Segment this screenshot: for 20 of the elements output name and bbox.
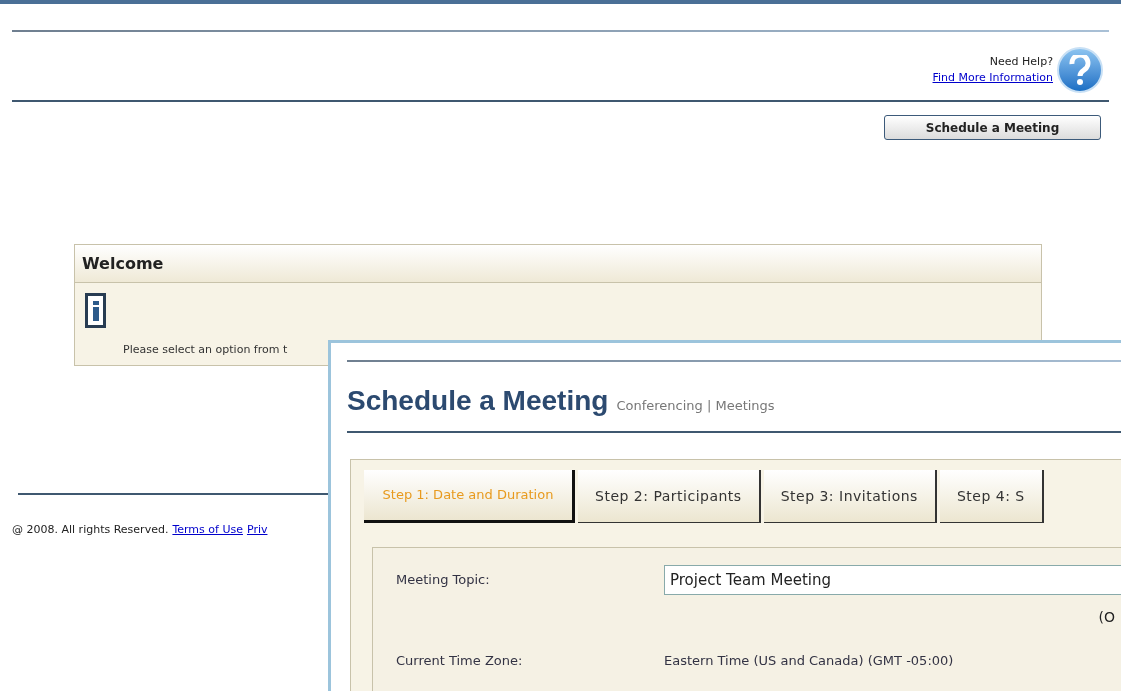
step-tab[interactable]: Step 2: Participants — [578, 470, 761, 523]
footer-link[interactable]: Terms of Use — [172, 522, 243, 539]
copyright-text: @ 2008. All rights Reserved. — [12, 522, 169, 538]
help-icon — [1057, 47, 1103, 93]
meeting-topic-field[interactable]: Project Team Meeting — [664, 565, 1121, 595]
step-tab[interactable]: Step 3: Invitations — [763, 470, 937, 523]
footer-link[interactable]: Priv — [246, 522, 268, 539]
note-text: (O — [1098, 608, 1115, 627]
time-zone-value: Eastern Time (US and Canada) (GMT -05:00) — [664, 652, 954, 670]
help-label: Need Help? — [989, 53, 1053, 70]
welcome-message: Please select an option from t — [123, 343, 288, 356]
time-zone-label: Current Time Zone: — [396, 652, 524, 670]
welcome-title: Welcome — [82, 252, 164, 275]
schedule-meeting-button[interactable]: Schedule a Meeting — [884, 115, 1101, 140]
step-tab[interactable]: Step 4: S — [939, 470, 1044, 523]
dialog-title: Schedule a Meeting — [347, 384, 609, 418]
info-icon — [85, 293, 106, 328]
find-more-information-link[interactable]: Find More Information — [932, 70, 1053, 87]
breadcrumb-text: Conferencing | Meetings — [616, 397, 775, 415]
meeting-topic-label: Meeting Topic: — [396, 571, 491, 590]
